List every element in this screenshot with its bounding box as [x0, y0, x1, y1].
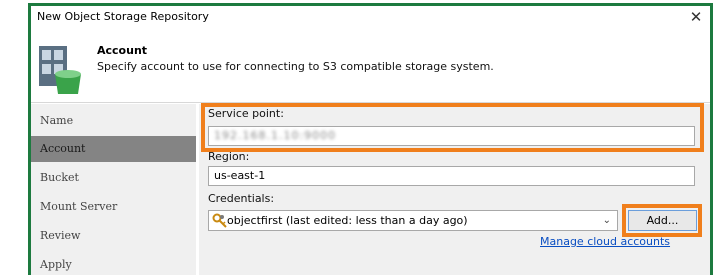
wizard-header: Account Specify account to use for conne… — [31, 38, 710, 102]
credentials-selected: objectfirst (last edited: less than a da… — [227, 214, 468, 227]
chevron-down-icon: ⌄ — [602, 215, 611, 226]
page-subtitle: Specify account to use for connecting to… — [97, 60, 494, 73]
window-title: New Object Storage Repository — [37, 10, 209, 23]
sidebar-item-bucket[interactable]: Bucket — [31, 165, 196, 191]
title-bar: New Object Storage Repository ✕ — [31, 6, 710, 38]
sidebar-item-name[interactable]: Name — [31, 108, 196, 134]
dialog-window: New Object Storage Repository ✕ Account … — [28, 3, 713, 275]
region-input[interactable]: us-east-1 — [208, 166, 695, 186]
wizard-steps-sidebar: Name Account Bucket Mount Server Review … — [31, 104, 196, 275]
wizard-content: Service point: 192.168.1.10:9000 Region:… — [199, 103, 710, 275]
sidebar-item-review[interactable]: Review — [31, 223, 196, 249]
header-divider — [31, 102, 710, 103]
sidebar-item-apply[interactable]: Apply — [31, 252, 196, 275]
sidebar-item-mount-server[interactable]: Mount Server — [31, 194, 196, 220]
region-label: Region: — [208, 150, 250, 163]
key-icon — [212, 213, 227, 228]
manage-cloud-accounts-link[interactable]: Manage cloud accounts — [540, 235, 670, 248]
page-title: Account — [97, 44, 148, 57]
credentials-dropdown[interactable]: objectfirst (last edited: less than a da… — [208, 210, 618, 231]
object-storage-repository-icon — [39, 46, 81, 94]
add-credentials-button[interactable]: Add... — [628, 210, 697, 231]
close-icon[interactable]: ✕ — [686, 6, 706, 28]
sidebar-item-account[interactable]: Account — [31, 136, 196, 162]
service-point-input[interactable]: 192.168.1.10:9000 — [208, 126, 695, 146]
service-point-value: 192.168.1.10:9000 — [214, 129, 337, 142]
service-point-label: Service point: — [208, 107, 284, 120]
credentials-label: Credentials: — [208, 192, 275, 205]
